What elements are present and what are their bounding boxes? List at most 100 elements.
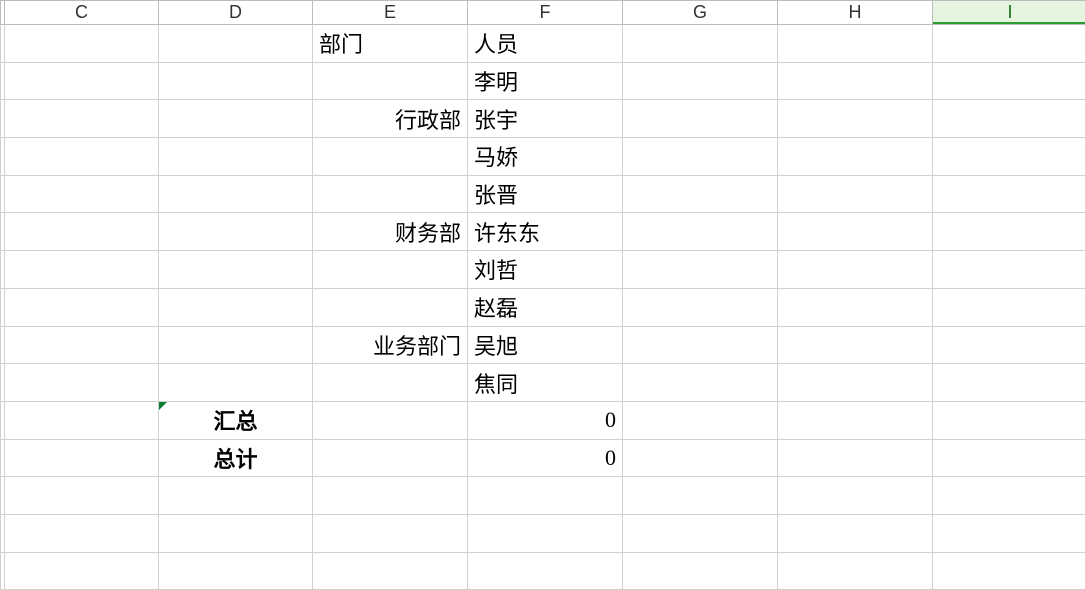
- cell-E[interactable]: [313, 552, 468, 590]
- cell-I[interactable]: [933, 439, 1085, 477]
- cell-F[interactable]: 吴旭: [468, 326, 623, 364]
- cell-I[interactable]: [933, 552, 1085, 590]
- cell-H[interactable]: [778, 175, 933, 213]
- cell-E[interactable]: [313, 514, 468, 552]
- cell-H[interactable]: [778, 477, 933, 515]
- cell-E[interactable]: [313, 364, 468, 402]
- column-header-H[interactable]: H: [778, 1, 933, 25]
- cell-I[interactable]: [933, 288, 1085, 326]
- cell-D[interactable]: [159, 288, 313, 326]
- cell-I[interactable]: [933, 100, 1085, 138]
- spreadsheet-grid[interactable]: CDEFGHI 部门人员李明行政部张宇马娇张晋财务部许东东刘哲赵磊业务部门吴旭焦…: [0, 0, 1085, 590]
- cell-E[interactable]: [313, 401, 468, 439]
- cell-C[interactable]: [5, 100, 159, 138]
- cell-I[interactable]: [933, 401, 1085, 439]
- cell-G[interactable]: [623, 364, 778, 402]
- cell-C[interactable]: [5, 62, 159, 100]
- cell-F[interactable]: 许东东: [468, 213, 623, 251]
- cell-D[interactable]: [159, 514, 313, 552]
- cell-E[interactable]: [313, 477, 468, 515]
- cell-C[interactable]: [5, 439, 159, 477]
- cell-D[interactable]: 总计: [159, 439, 313, 477]
- cell-C[interactable]: [5, 364, 159, 402]
- cell-H[interactable]: [778, 138, 933, 176]
- column-header-I[interactable]: I: [933, 1, 1085, 25]
- cell-G[interactable]: [623, 401, 778, 439]
- cell-H[interactable]: [778, 326, 933, 364]
- cell-C[interactable]: [5, 213, 159, 251]
- cell-G[interactable]: [623, 477, 778, 515]
- cell-E[interactable]: [313, 175, 468, 213]
- cell-H[interactable]: [778, 213, 933, 251]
- cell-F[interactable]: [468, 477, 623, 515]
- cell-F[interactable]: 刘哲: [468, 251, 623, 289]
- cell-E[interactable]: 行政部: [313, 100, 468, 138]
- cell-I[interactable]: [933, 514, 1085, 552]
- cell-F[interactable]: 李明: [468, 62, 623, 100]
- cell-C[interactable]: [5, 25, 159, 63]
- cell-D[interactable]: [159, 62, 313, 100]
- cell-I[interactable]: [933, 62, 1085, 100]
- cell-F[interactable]: 0: [468, 401, 623, 439]
- cell-C[interactable]: [5, 326, 159, 364]
- cell-E[interactable]: 部门: [313, 25, 468, 63]
- cell-C[interactable]: [5, 288, 159, 326]
- cell-I[interactable]: [933, 138, 1085, 176]
- cell-F[interactable]: 张晋: [468, 175, 623, 213]
- column-header-F[interactable]: F: [468, 1, 623, 25]
- cell-G[interactable]: [623, 251, 778, 289]
- cell-F[interactable]: [468, 552, 623, 590]
- cell-H[interactable]: [778, 514, 933, 552]
- cell-H[interactable]: [778, 439, 933, 477]
- cell-I[interactable]: [933, 213, 1085, 251]
- cell-G[interactable]: [623, 514, 778, 552]
- column-header-E[interactable]: E: [313, 1, 468, 25]
- cell-I[interactable]: [933, 175, 1085, 213]
- cell-D[interactable]: [159, 175, 313, 213]
- cell-F[interactable]: 马娇: [468, 138, 623, 176]
- cell-F[interactable]: 张宇: [468, 100, 623, 138]
- cell-F[interactable]: 人员: [468, 25, 623, 63]
- cell-E[interactable]: [313, 439, 468, 477]
- cell-G[interactable]: [623, 439, 778, 477]
- column-header-C[interactable]: C: [5, 1, 159, 25]
- cell-D[interactable]: [159, 326, 313, 364]
- cell-C[interactable]: [5, 401, 159, 439]
- cell-G[interactable]: [623, 213, 778, 251]
- cell-H[interactable]: [778, 364, 933, 402]
- cell-C[interactable]: [5, 251, 159, 289]
- cell-I[interactable]: [933, 477, 1085, 515]
- cell-D[interactable]: [159, 25, 313, 63]
- cell-G[interactable]: [623, 138, 778, 176]
- cell-I[interactable]: [933, 251, 1085, 289]
- cell-D[interactable]: [159, 251, 313, 289]
- cell-D[interactable]: [159, 100, 313, 138]
- cell-D[interactable]: [159, 364, 313, 402]
- cell-H[interactable]: [778, 401, 933, 439]
- column-header-D[interactable]: D: [159, 1, 313, 25]
- cell-H[interactable]: [778, 552, 933, 590]
- cell-E[interactable]: [313, 288, 468, 326]
- cell-I[interactable]: [933, 25, 1085, 63]
- cell-G[interactable]: [623, 25, 778, 63]
- cell-G[interactable]: [623, 62, 778, 100]
- cell-H[interactable]: [778, 288, 933, 326]
- cell-F[interactable]: 焦同: [468, 364, 623, 402]
- cell-E[interactable]: [313, 62, 468, 100]
- cell-E[interactable]: [313, 251, 468, 289]
- cell-D[interactable]: 汇总: [159, 401, 313, 439]
- cell-E[interactable]: 业务部门: [313, 326, 468, 364]
- column-header-G[interactable]: G: [623, 1, 778, 25]
- cell-C[interactable]: [5, 552, 159, 590]
- cell-H[interactable]: [778, 62, 933, 100]
- cell-F[interactable]: [468, 514, 623, 552]
- cell-C[interactable]: [5, 175, 159, 213]
- cell-I[interactable]: [933, 364, 1085, 402]
- cell-E[interactable]: 财务部: [313, 213, 468, 251]
- cell-D[interactable]: [159, 213, 313, 251]
- cell-G[interactable]: [623, 326, 778, 364]
- cell-F[interactable]: 赵磊: [468, 288, 623, 326]
- cell-H[interactable]: [778, 25, 933, 63]
- cell-C[interactable]: [5, 477, 159, 515]
- cell-I[interactable]: [933, 326, 1085, 364]
